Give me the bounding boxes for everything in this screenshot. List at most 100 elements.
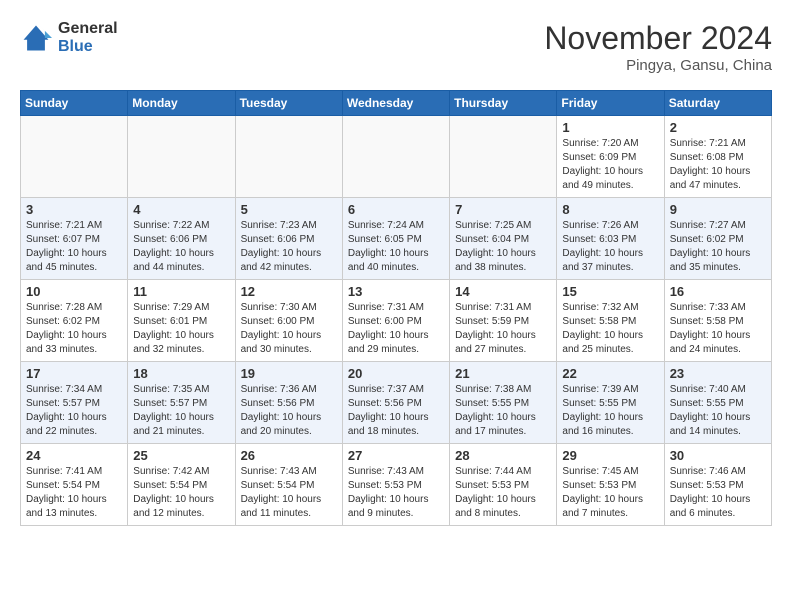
header-sunday: Sunday — [21, 91, 128, 116]
day-info: Sunrise: 7:43 AMSunset: 5:54 PMDaylight:… — [241, 465, 337, 521]
day-info: Sunrise: 7:35 AMSunset: 5:57 PMDaylight:… — [133, 383, 229, 439]
calendar-cell: 12 Sunrise: 7:30 AMSunset: 6:00 PMDayligh… — [235, 280, 342, 362]
day-info: Sunrise: 7:21 AMSunset: 6:08 PMDaylight:… — [670, 137, 766, 193]
day-info: Sunrise: 7:40 AMSunset: 5:55 PMDaylight:… — [670, 383, 766, 439]
calendar-cell: 6 Sunrise: 7:24 AMSunset: 6:05 PMDaylight… — [342, 198, 449, 280]
calendar-cell: 15 Sunrise: 7:32 AMSunset: 5:58 PMDayligh… — [557, 280, 664, 362]
day-number: 24 — [26, 448, 122, 463]
day-info: Sunrise: 7:25 AMSunset: 6:04 PMDaylight:… — [455, 219, 551, 275]
calendar-cell: 19Sunrise: 7:36 AMSunset: 5:56 PMDayligh… — [235, 362, 342, 444]
day-info: Sunrise: 7:43 AMSunset: 5:53 PMDaylight:… — [348, 465, 444, 521]
day-number: 3 — [26, 202, 122, 217]
day-number: 21 — [455, 366, 551, 381]
calendar-cell: 7Sunrise: 7:25 AMSunset: 6:04 PMDaylight… — [450, 198, 557, 280]
page-header: General Blue November 2024 Pingya, Gansu… — [20, 20, 772, 74]
logo-general-text: General — [58, 20, 118, 38]
calendar-cell: 3Sunrise: 7:21 AMSunset: 6:07 PMDaylight… — [21, 198, 128, 280]
calendar-cell: 21 Sunrise: 7:38 AMSunset: 5:55 PMDayligh… — [450, 362, 557, 444]
header-wednesday: Wednesday — [342, 91, 449, 116]
week-row-0: 1 Sunrise: 7:20 AMSunset: 6:09 PMDaylight… — [21, 116, 772, 198]
calendar-cell: 25Sunrise: 7:42 AMSunset: 5:54 PMDayligh… — [128, 444, 235, 526]
day-number: 30 — [670, 448, 766, 463]
calendar-cell: 24 Sunrise: 7:41 AMSunset: 5:54 PMDayligh… — [21, 444, 128, 526]
calendar-cell: 23 Sunrise: 7:40 AMSunset: 5:55 PMDayligh… — [664, 362, 771, 444]
day-info: Sunrise: 7:20 AMSunset: 6:09 PMDaylight:… — [562, 137, 658, 193]
day-info: Sunrise: 7:24 AMSunset: 6:05 PMDaylight:… — [348, 219, 444, 275]
day-info: Sunrise: 7:44 AMSunset: 5:53 PMDaylight:… — [455, 465, 551, 521]
day-number: 10 — [26, 284, 122, 299]
logo: General Blue — [20, 20, 118, 55]
day-info: Sunrise: 7:28 AMSunset: 6:02 PMDaylight:… — [26, 301, 122, 357]
day-info: Sunrise: 7:32 AMSunset: 5:58 PMDaylight:… — [562, 301, 658, 357]
header-monday: Monday — [128, 91, 235, 116]
day-number: 23 — [670, 366, 766, 381]
calendar-cell: 2 Sunrise: 7:21 AMSunset: 6:08 PMDaylight… — [664, 116, 771, 198]
day-info: Sunrise: 7:33 AMSunset: 5:58 PMDaylight:… — [670, 301, 766, 357]
calendar-cell: 30 Sunrise: 7:46 AMSunset: 5:53 PMDayligh… — [664, 444, 771, 526]
calendar-cell: 14 Sunrise: 7:31 AMSunset: 5:59 PMDayligh… — [450, 280, 557, 362]
day-info: Sunrise: 7:34 AMSunset: 5:57 PMDaylight:… — [26, 383, 122, 439]
day-number: 13 — [348, 284, 444, 299]
day-info: Sunrise: 7:23 AMSunset: 6:06 PMDaylight:… — [241, 219, 337, 275]
day-number: 29 — [562, 448, 658, 463]
calendar-cell — [235, 116, 342, 198]
day-info: Sunrise: 7:26 AMSunset: 6:03 PMDaylight:… — [562, 219, 658, 275]
day-info: Sunrise: 7:31 AMSunset: 5:59 PMDaylight:… — [455, 301, 551, 357]
day-number: 12 — [241, 284, 337, 299]
day-info: Sunrise: 7:41 AMSunset: 5:54 PMDaylight:… — [26, 465, 122, 521]
day-number: 8 — [562, 202, 658, 217]
calendar-cell — [21, 116, 128, 198]
day-info: Sunrise: 7:36 AMSunset: 5:56 PMDaylight:… — [241, 383, 337, 439]
day-number: 15 — [562, 284, 658, 299]
day-number: 5 — [241, 202, 337, 217]
calendar-cell: 8 Sunrise: 7:26 AMSunset: 6:03 PMDaylight… — [557, 198, 664, 280]
day-info: Sunrise: 7:29 AMSunset: 6:01 PMDaylight:… — [133, 301, 229, 357]
day-number: 11 — [133, 284, 229, 299]
calendar-cell: 13Sunrise: 7:31 AMSunset: 6:00 PMDayligh… — [342, 280, 449, 362]
calendar-cell: 17Sunrise: 7:34 AMSunset: 5:57 PMDayligh… — [21, 362, 128, 444]
calendar-cell: 28 Sunrise: 7:44 AMSunset: 5:53 PMDayligh… — [450, 444, 557, 526]
calendar-cell: 4 Sunrise: 7:22 AMSunset: 6:06 PMDaylight… — [128, 198, 235, 280]
day-number: 27 — [348, 448, 444, 463]
calendar-cell: 29 Sunrise: 7:45 AMSunset: 5:53 PMDayligh… — [557, 444, 664, 526]
calendar-cell: 22 Sunrise: 7:39 AMSunset: 5:55 PMDayligh… — [557, 362, 664, 444]
calendar-cell: 27 Sunrise: 7:43 AMSunset: 5:53 PMDayligh… — [342, 444, 449, 526]
day-info: Sunrise: 7:38 AMSunset: 5:55 PMDaylight:… — [455, 383, 551, 439]
day-number: 26 — [241, 448, 337, 463]
calendar-cell: 5 Sunrise: 7:23 AMSunset: 6:06 PMDaylight… — [235, 198, 342, 280]
calendar-cell: 10 Sunrise: 7:28 AMSunset: 6:02 PMDayligh… — [21, 280, 128, 362]
day-number: 18 — [133, 366, 229, 381]
day-number: 4 — [133, 202, 229, 217]
calendar-cell: 11 Sunrise: 7:29 AMSunset: 6:01 PMDayligh… — [128, 280, 235, 362]
day-number: 22 — [562, 366, 658, 381]
calendar-table: Sunday Monday Tuesday Wednesday Thursday… — [20, 90, 772, 526]
calendar-cell: 26 Sunrise: 7:43 AMSunset: 5:54 PMDayligh… — [235, 444, 342, 526]
calendar-body: 1 Sunrise: 7:20 AMSunset: 6:09 PMDaylight… — [21, 116, 772, 526]
logo-text: General Blue — [58, 20, 118, 55]
title-block: November 2024 Pingya, Gansu, China — [544, 20, 772, 74]
day-info: Sunrise: 7:30 AMSunset: 6:00 PMDaylight:… — [241, 301, 337, 357]
day-number: 1 — [562, 120, 658, 135]
day-info: Sunrise: 7:39 AMSunset: 5:55 PMDaylight:… — [562, 383, 658, 439]
day-info: Sunrise: 7:46 AMSunset: 5:53 PMDaylight:… — [670, 465, 766, 521]
day-info: Sunrise: 7:22 AMSunset: 6:06 PMDaylight:… — [133, 219, 229, 275]
day-number: 6 — [348, 202, 444, 217]
calendar-cell: 16Sunrise: 7:33 AMSunset: 5:58 PMDayligh… — [664, 280, 771, 362]
week-row-3: 17Sunrise: 7:34 AMSunset: 5:57 PMDayligh… — [21, 362, 772, 444]
calendar-cell — [128, 116, 235, 198]
week-row-4: 24 Sunrise: 7:41 AMSunset: 5:54 PMDayligh… — [21, 444, 772, 526]
day-info: Sunrise: 7:37 AMSunset: 5:56 PMDaylight:… — [348, 383, 444, 439]
calendar-header: Sunday Monday Tuesday Wednesday Thursday… — [21, 91, 772, 116]
day-info: Sunrise: 7:45 AMSunset: 5:53 PMDaylight:… — [562, 465, 658, 521]
day-number: 14 — [455, 284, 551, 299]
logo-blue-text: Blue — [58, 38, 118, 56]
logo-icon — [20, 22, 52, 54]
calendar-cell — [450, 116, 557, 198]
location: Pingya, Gansu, China — [544, 57, 772, 74]
calendar-cell: 18 Sunrise: 7:35 AMSunset: 5:57 PMDayligh… — [128, 362, 235, 444]
header-friday: Friday — [557, 91, 664, 116]
day-number: 2 — [670, 120, 766, 135]
week-row-1: 3Sunrise: 7:21 AMSunset: 6:07 PMDaylight… — [21, 198, 772, 280]
calendar-cell: 9Sunrise: 7:27 AMSunset: 6:02 PMDaylight… — [664, 198, 771, 280]
day-number: 28 — [455, 448, 551, 463]
